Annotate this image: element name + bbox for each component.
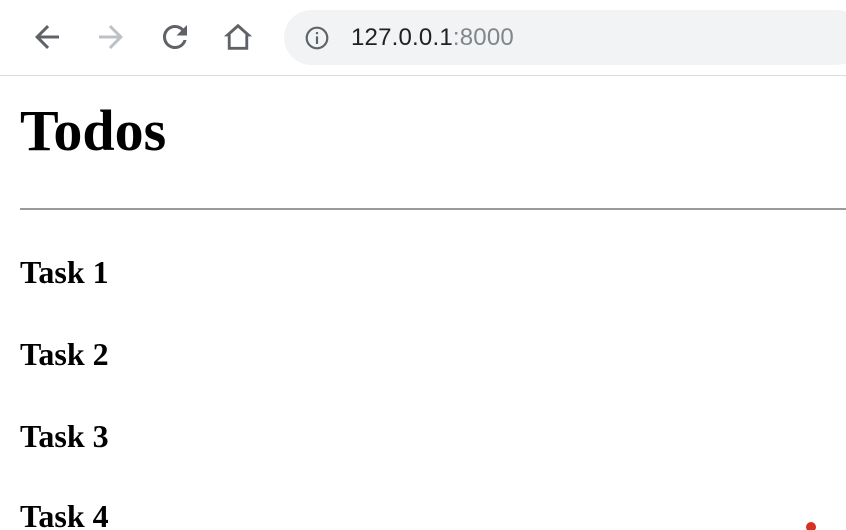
back-arrow-icon <box>29 19 65 55</box>
partial-red-marker <box>806 522 816 530</box>
task-item: Task 2 <box>20 336 109 372</box>
address-bar[interactable]: 127.0.0.1:8000 <box>284 10 846 65</box>
title-divider <box>20 208 846 210</box>
url-port: :8000 <box>452 24 514 51</box>
task-item: Task 4 <box>20 498 109 530</box>
home-icon <box>220 19 256 55</box>
task-item: Task 3 <box>20 418 109 454</box>
browser-window: 127.0.0.1:8000 Todos Task 1 Task 2 Task … <box>0 0 846 530</box>
site-info-icon[interactable] <box>302 23 332 53</box>
page-title: Todos <box>20 98 167 163</box>
reload-icon <box>157 19 193 55</box>
task-item: Task 1 <box>20 254 109 290</box>
reload-button[interactable] <box>152 14 198 60</box>
browser-toolbar: 127.0.0.1:8000 <box>0 0 846 76</box>
url-host: 127.0.0.1 <box>351 24 453 51</box>
back-button[interactable] <box>24 14 70 60</box>
forward-arrow-icon <box>93 19 129 55</box>
page-content: Todos Task 1 Task 2 Task 3 Task 4 <box>0 76 846 530</box>
url-text[interactable]: 127.0.0.1:8000 <box>351 23 514 53</box>
home-button[interactable] <box>215 14 261 60</box>
forward-button[interactable] <box>88 14 134 60</box>
